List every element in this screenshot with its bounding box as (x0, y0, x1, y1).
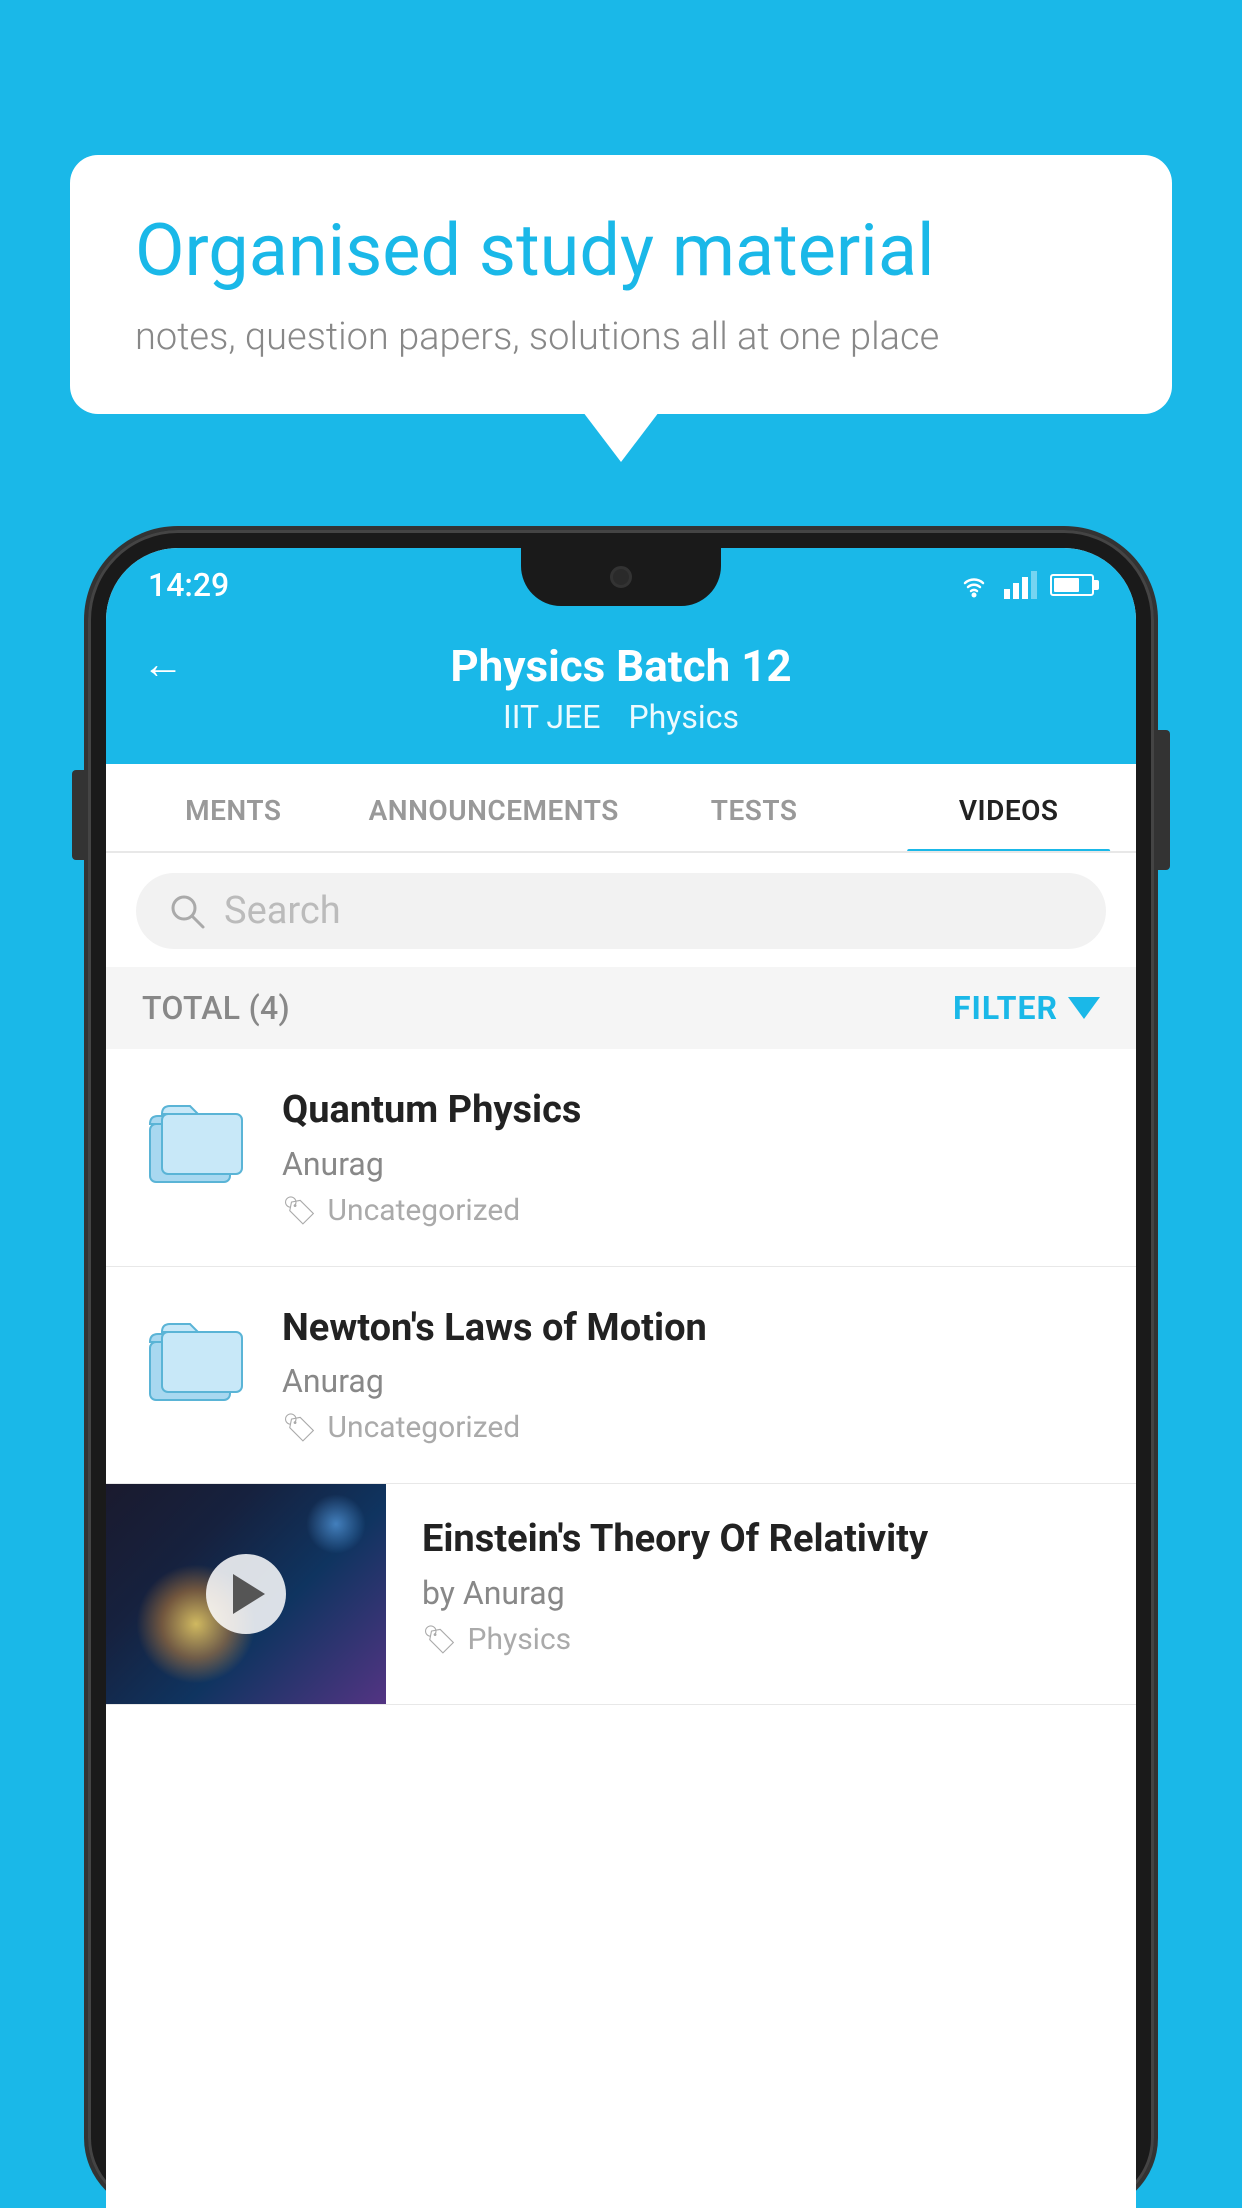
tag-label: Uncategorized (328, 1193, 521, 1228)
phone-notch (521, 548, 721, 606)
signal-icon (1004, 571, 1038, 599)
play-icon (233, 1574, 265, 1614)
phone-screen: 14:29 (106, 548, 1136, 2208)
search-container: Search (106, 853, 1136, 967)
wifi-icon (956, 571, 992, 599)
list-item[interactable]: Newton's Laws of Motion Anurag 🏷 Uncateg… (106, 1267, 1136, 1485)
tag-icon: 🏷 (422, 1623, 458, 1656)
video-list: Quantum Physics Anurag 🏷 Uncategorized (106, 1049, 1136, 1705)
filter-icon (1068, 997, 1100, 1019)
tabs-bar: MENTS ANNOUNCEMENTS TESTS VIDEOS (106, 764, 1136, 853)
front-camera (610, 566, 632, 588)
header-tag-physics: Physics (628, 698, 739, 736)
video-title: Quantum Physics (282, 1087, 1100, 1135)
video-tag: 🏷 Uncategorized (282, 1193, 1100, 1228)
video-author: Anurag (282, 1145, 1100, 1183)
phone-outer: 14:29 (88, 530, 1154, 2208)
header-tag-iitjee: IIT JEE (503, 698, 600, 736)
search-placeholder: Search (224, 889, 341, 933)
filter-label: FILTER (953, 989, 1058, 1027)
play-button[interactable] (206, 1554, 286, 1634)
folder-thumbnail (142, 1305, 250, 1413)
tag-label: Uncategorized (328, 1410, 521, 1445)
search-icon (168, 892, 206, 930)
video-info: Newton's Laws of Motion Anurag 🏷 Uncateg… (282, 1305, 1100, 1446)
tab-videos[interactable]: VIDEOS (881, 764, 1136, 851)
folder-icon (148, 1096, 244, 1186)
list-item[interactable]: Quantum Physics Anurag 🏷 Uncategorized (106, 1049, 1136, 1267)
video-author: Anurag (282, 1362, 1100, 1400)
tag-icon: 🏷 (282, 1411, 318, 1444)
filter-row: TOTAL (4) FILTER (106, 967, 1136, 1049)
folder-thumbnail (142, 1087, 250, 1195)
bubble-title: Organised study material (135, 210, 1107, 293)
tab-tests[interactable]: TESTS (627, 764, 882, 851)
speech-bubble-container: Organised study material notes, question… (70, 155, 1172, 414)
video-info: Einstein's Theory Of Relativity by Anura… (386, 1484, 1136, 1689)
total-count: TOTAL (4) (142, 989, 290, 1027)
tag-icon: 🏷 (282, 1194, 318, 1227)
status-icons (956, 571, 1094, 599)
thumbnail-glow2 (306, 1494, 366, 1554)
video-title: Einstein's Theory Of Relativity (422, 1516, 1100, 1564)
bubble-subtitle: notes, question papers, solutions all at… (135, 315, 1107, 359)
video-tag: 🏷 Uncategorized (282, 1410, 1100, 1445)
tab-announcements[interactable]: ANNOUNCEMENTS (361, 764, 627, 851)
list-item[interactable]: Einstein's Theory Of Relativity by Anura… (106, 1484, 1136, 1705)
tag-label: Physics (468, 1622, 572, 1657)
tab-documents[interactable]: MENTS (106, 764, 361, 851)
back-button[interactable]: ← (142, 640, 184, 689)
video-tag: 🏷 Physics (422, 1622, 1100, 1657)
video-info: Quantum Physics Anurag 🏷 Uncategorized (282, 1087, 1100, 1228)
app-header: ← Physics Batch 12 IIT JEE Physics (106, 618, 1136, 764)
filter-button[interactable]: FILTER (953, 989, 1100, 1027)
search-box[interactable]: Search (136, 873, 1106, 949)
folder-icon (148, 1314, 244, 1404)
speech-bubble: Organised study material notes, question… (70, 155, 1172, 414)
video-title: Newton's Laws of Motion (282, 1305, 1100, 1353)
phone-mockup: 14:29 (88, 530, 1154, 2208)
header-tags: IIT JEE Physics (503, 698, 739, 736)
header-title: Physics Batch 12 (450, 640, 791, 692)
video-author: by Anurag (422, 1574, 1100, 1612)
status-time: 14:29 (148, 566, 229, 604)
battery-icon (1050, 574, 1094, 596)
video-thumbnail (106, 1484, 386, 1704)
